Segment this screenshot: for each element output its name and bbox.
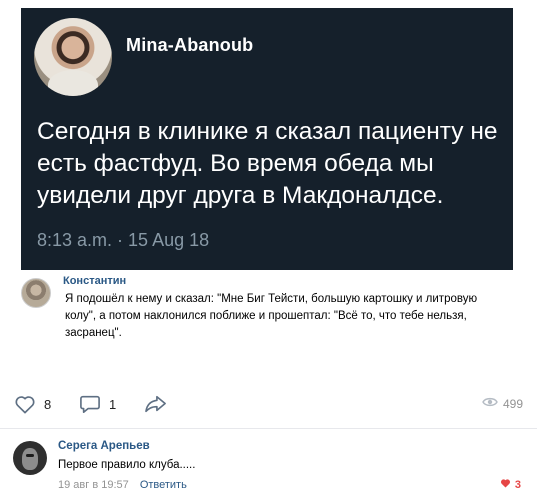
repost-text: Я подошёл к нему и сказал: "Мне Биг Тейс… (65, 293, 478, 339)
comment-author-avatar[interactable] (13, 441, 47, 475)
comment-button[interactable]: 1 (79, 394, 116, 414)
repost-author-name[interactable]: Константин (63, 275, 126, 287)
like-button[interactable]: 8 (14, 394, 51, 414)
comment-like-count: 3 (514, 478, 521, 491)
tweet-image[interactable]: Mina-Abanoub Сегодня в клинике я сказал … (21, 8, 513, 270)
tweet-username: Mina-Abanoub (126, 35, 254, 55)
like-count: 8 (44, 396, 52, 412)
comment-item: Серега Арепьев Первое правило клуба.....… (0, 432, 537, 500)
tweet-text: Сегодня в клинике я сказал пациенту не е… (37, 118, 498, 209)
share-button[interactable] (144, 394, 168, 414)
heart-icon (14, 394, 36, 414)
eye-icon (482, 396, 498, 411)
views-counter: 499 (482, 396, 523, 411)
comment-count: 1 (109, 396, 117, 412)
comment-date[interactable]: 19 авг в 19:57 (58, 479, 129, 491)
comment-author-name[interactable]: Серега Арепьев (58, 440, 150, 452)
comment-text: Первое правило клуба..... (58, 459, 196, 471)
divider (0, 428, 537, 429)
repost-author-avatar[interactable] (21, 278, 51, 308)
heart-icon (500, 478, 511, 491)
share-icon (144, 394, 168, 414)
reply-link[interactable]: Ответить (140, 479, 187, 491)
tweet-timestamp: 8:13 a.m. · 15 Aug 18 (37, 230, 210, 250)
comment-meta: 19 авг в 19:57 Ответить (58, 479, 187, 491)
views-count: 499 (502, 396, 523, 411)
comment-like-button[interactable]: 3 (500, 478, 521, 491)
post-actions-bar: 8 1 499 (0, 386, 537, 426)
comment-icon (79, 394, 101, 414)
tweet-author-avatar (34, 18, 112, 96)
